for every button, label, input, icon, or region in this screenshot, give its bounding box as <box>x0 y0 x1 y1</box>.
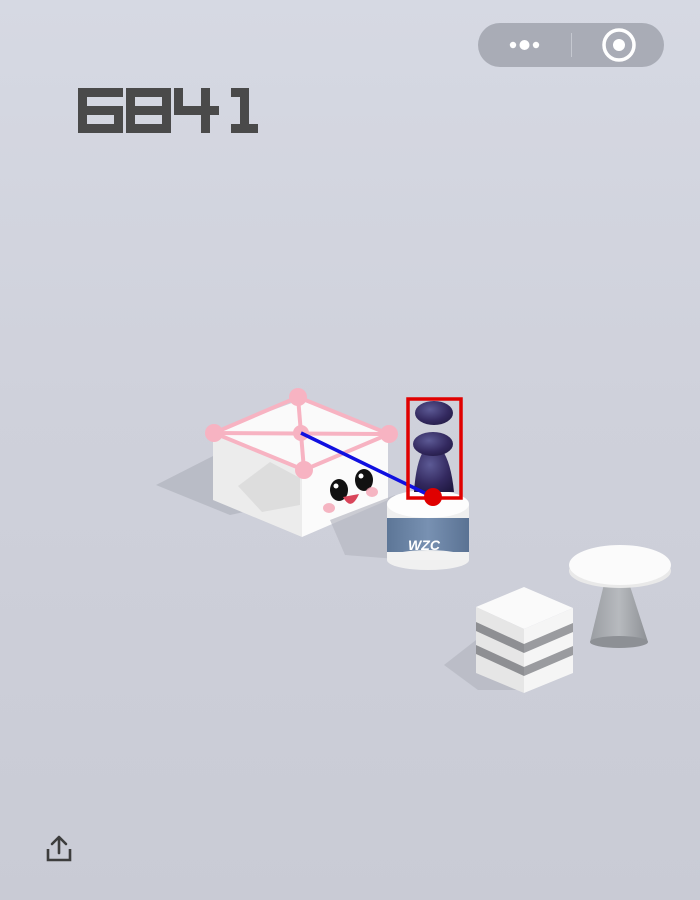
table-top <box>569 545 671 585</box>
table-cone <box>590 580 648 642</box>
jar-label: WZC <box>408 537 441 553</box>
overlay-vertex <box>295 461 313 479</box>
overlay-vertex <box>289 388 307 406</box>
game-scene[interactable]: WZC <box>0 0 700 900</box>
overlay-vertex <box>205 424 223 442</box>
piece-neck <box>413 432 453 456</box>
striped-cube-platform <box>444 587 573 693</box>
player-piece <box>413 401 454 492</box>
share-button[interactable] <box>44 834 74 864</box>
player-anchor-point <box>424 488 442 506</box>
piece-body <box>414 450 454 492</box>
overlay-vertex <box>380 425 398 443</box>
jar-bottom-band <box>387 552 469 560</box>
share-upload-icon <box>46 835 72 862</box>
round-table-platform <box>569 545 671 648</box>
piece-head <box>415 401 453 425</box>
